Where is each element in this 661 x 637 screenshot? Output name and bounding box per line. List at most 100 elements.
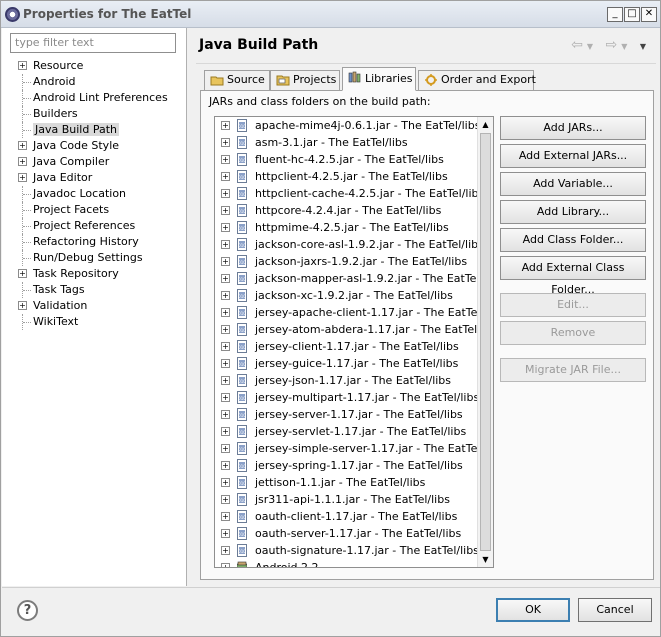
expand-icon[interactable]: +	[221, 359, 230, 368]
forward-arrow-icon[interactable]: ⇨	[606, 37, 622, 53]
expand-icon[interactable]: +	[221, 376, 230, 385]
list-item[interactable]: +010 jackson-jaxrs-1.9.2.jar - The EatTel…	[215, 253, 493, 270]
expand-icon[interactable]: +	[18, 269, 27, 278]
sidebar-item[interactable]: Project Facets	[2, 202, 186, 218]
expand-icon[interactable]: +	[18, 301, 27, 310]
remove-button[interactable]: Remove	[500, 321, 646, 345]
list-item[interactable]: +010 jersey-simple-server-1.17.jar - The …	[215, 440, 493, 457]
add-jars-button[interactable]: Add JARs...	[500, 116, 646, 140]
expand-icon[interactable]: +	[221, 189, 230, 198]
sidebar-item[interactable]: + Task Repository	[2, 266, 186, 282]
list-item[interactable]: +010 httpmime-4.2.5.jar - The EatTel/libs	[215, 219, 493, 236]
tab-projects[interactable]: Projects	[270, 70, 340, 90]
expand-icon[interactable]: +	[221, 274, 230, 283]
expand-icon[interactable]: +	[221, 546, 230, 555]
expand-icon[interactable]: +	[221, 172, 230, 181]
list-item[interactable]: +010 jersey-apache-client-1.17.jar - The …	[215, 304, 493, 321]
sidebar-item[interactable]: + Resource	[2, 58, 186, 74]
view-menu-icon[interactable]: ▼	[640, 42, 650, 51]
expand-icon[interactable]: +	[221, 342, 230, 351]
expand-icon[interactable]: +	[18, 141, 27, 150]
sidebar-item[interactable]: + Java Editor	[2, 170, 186, 186]
sidebar-item[interactable]: Android	[2, 74, 186, 90]
expand-icon[interactable]: +	[221, 138, 230, 147]
scroll-down-icon[interactable]: ▼	[478, 552, 493, 567]
expand-icon[interactable]: +	[221, 478, 230, 487]
scroll-up-icon[interactable]: ▲	[478, 117, 493, 132]
vertical-scrollbar[interactable]: ▲ ▼	[477, 117, 493, 567]
add-external-jars-button[interactable]: Add External JARs...	[500, 144, 646, 168]
chevron-down-icon[interactable]: ▼	[621, 42, 631, 51]
cancel-button[interactable]: Cancel	[578, 598, 652, 622]
list-item[interactable]: +010 jersey-spring-1.17.jar - The EatTel/…	[215, 457, 493, 474]
tab-libraries[interactable]: Libraries	[342, 67, 416, 91]
ok-button[interactable]: OK	[496, 598, 570, 622]
expand-icon[interactable]: +	[221, 529, 230, 538]
sidebar-item[interactable]: Project References	[2, 218, 186, 234]
sidebar-item[interactable]: Builders	[2, 106, 186, 122]
sidebar-item[interactable]: + Java Compiler	[2, 154, 186, 170]
expand-icon[interactable]: +	[221, 563, 230, 567]
expand-icon[interactable]: +	[18, 173, 27, 182]
sidebar-item[interactable]: Android Lint Preferences	[2, 90, 186, 106]
expand-icon[interactable]: +	[221, 393, 230, 402]
edit-button[interactable]: Edit...	[500, 293, 646, 317]
expand-icon[interactable]: +	[221, 512, 230, 521]
expand-icon[interactable]: +	[221, 308, 230, 317]
expand-icon[interactable]: +	[18, 157, 27, 166]
build-path-list[interactable]: +010 apache-mime4j-0.6.1.jar - The EatTel…	[214, 116, 494, 568]
expand-icon[interactable]: +	[221, 461, 230, 470]
list-item[interactable]: +010 httpcore-4.2.4.jar - The EatTel/libs	[215, 202, 493, 219]
list-item[interactable]: +010 httpclient-4.2.5.jar - The EatTel/li…	[215, 168, 493, 185]
minimize-icon[interactable]: _	[607, 7, 623, 22]
expand-icon[interactable]: +	[221, 121, 230, 130]
maximize-icon[interactable]: □	[624, 7, 640, 22]
back-arrow-icon[interactable]: ⇦	[571, 37, 587, 53]
add-library-button[interactable]: Add Library...	[500, 200, 646, 224]
sidebar-item[interactable]: Java Build Path	[2, 122, 186, 138]
list-item[interactable]: +010 jersey-multipart-1.17.jar - The EatT…	[215, 389, 493, 406]
list-item[interactable]: +010 oauth-signature-1.17.jar - The EatTe…	[215, 542, 493, 559]
expand-icon[interactable]: +	[221, 223, 230, 232]
add-class-folder-button[interactable]: Add Class Folder...	[500, 228, 646, 252]
list-item[interactable]: +010 jersey-server-1.17.jar - The EatTel/…	[215, 406, 493, 423]
expand-icon[interactable]: +	[221, 427, 230, 436]
list-item[interactable]: +010 jettison-1.1.jar - The EatTel/libs	[215, 474, 493, 491]
migrate-jar-button[interactable]: Migrate JAR File...	[500, 358, 646, 382]
sidebar-item[interactable]: Refactoring History	[2, 234, 186, 250]
scroll-thumb[interactable]	[480, 133, 491, 551]
list-item[interactable]: +010 asm-3.1.jar - The EatTel/libs	[215, 134, 493, 151]
list-item[interactable]: + Android 2.2	[215, 559, 493, 567]
sidebar-item[interactable]: WikiText	[2, 314, 186, 330]
help-icon[interactable]: ?	[17, 600, 38, 621]
list-item[interactable]: +010 oauth-server-1.17.jar - The EatTel/l…	[215, 525, 493, 542]
list-item[interactable]: +010 jackson-mapper-asl-1.9.2.jar - The E…	[215, 270, 493, 287]
filter-input[interactable]: type filter text	[10, 33, 176, 53]
sidebar-item[interactable]: + Validation	[2, 298, 186, 314]
list-item[interactable]: +010 fluent-hc-4.2.5.jar - The EatTel/lib…	[215, 151, 493, 168]
expand-icon[interactable]: +	[221, 325, 230, 334]
list-item[interactable]: +010 jersey-atom-abdera-1.17.jar - The Ea…	[215, 321, 493, 338]
expand-icon[interactable]: +	[221, 155, 230, 164]
expand-icon[interactable]: +	[221, 444, 230, 453]
list-item[interactable]: +010 oauth-client-1.17.jar - The EatTel/l…	[215, 508, 493, 525]
list-item[interactable]: +010 httpclient-cache-4.2.5.jar - The Eat…	[215, 185, 493, 202]
list-item[interactable]: +010 jersey-guice-1.17.jar - The EatTel/l…	[215, 355, 493, 372]
expand-icon[interactable]: +	[18, 61, 27, 70]
expand-icon[interactable]: +	[221, 410, 230, 419]
list-item[interactable]: +010 jackson-core-asl-1.9.2.jar - The Eat…	[215, 236, 493, 253]
sidebar-item[interactable]: Run/Debug Settings	[2, 250, 186, 266]
expand-icon[interactable]: +	[221, 257, 230, 266]
list-item[interactable]: +010 jersey-servlet-1.17.jar - The EatTel…	[215, 423, 493, 440]
tab-source[interactable]: Source	[204, 70, 270, 90]
expand-icon[interactable]: +	[221, 240, 230, 249]
sidebar-item[interactable]: Task Tags	[2, 282, 186, 298]
list-item[interactable]: +010 jersey-client-1.17.jar - The EatTel/…	[215, 338, 493, 355]
sidebar-item[interactable]: + Java Code Style	[2, 138, 186, 154]
sidebar-item[interactable]: Javadoc Location	[2, 186, 186, 202]
list-item[interactable]: +010 jsr311-api-1.1.1.jar - The EatTel/li…	[215, 491, 493, 508]
expand-icon[interactable]: +	[221, 495, 230, 504]
add-variable-button[interactable]: Add Variable...	[500, 172, 646, 196]
chevron-down-icon[interactable]: ▼	[587, 42, 597, 51]
tab-order-and-export[interactable]: Order and Export	[418, 70, 536, 90]
